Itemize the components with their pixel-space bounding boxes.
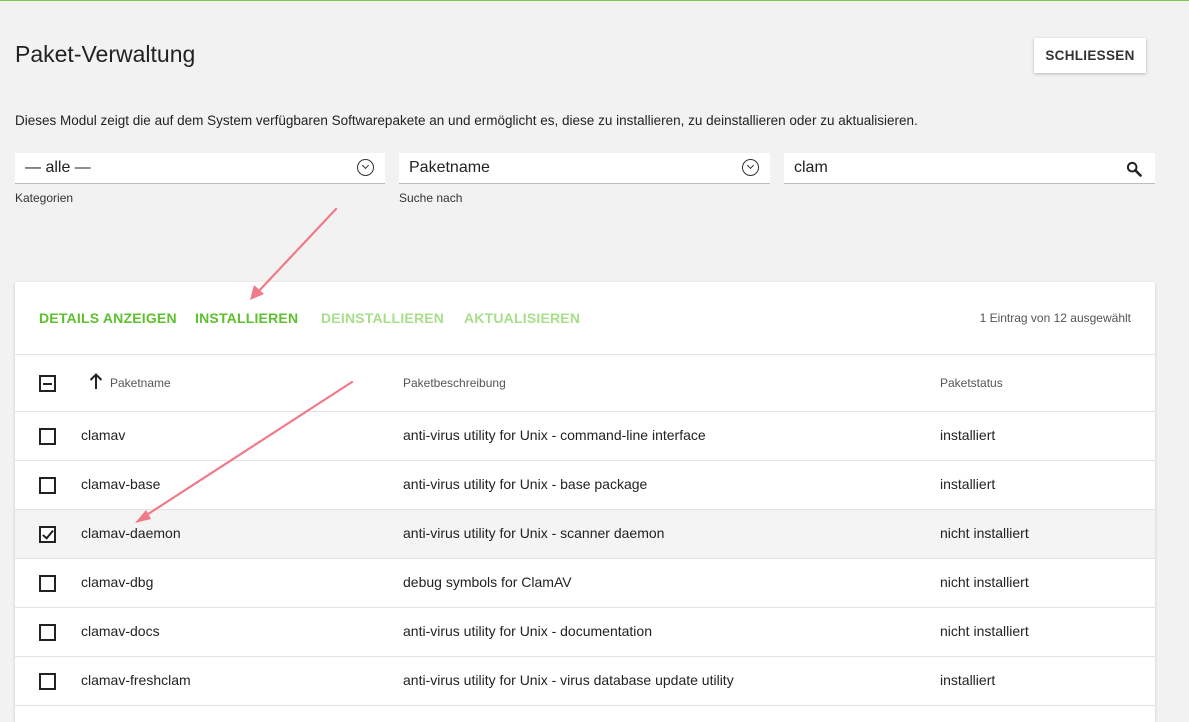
module-description: Dieses Modul zeigt die auf dem System ve…: [15, 113, 918, 128]
package-grid: DETAILS ANZEIGEN INSTALLIEREN DEINSTALLI…: [15, 282, 1155, 722]
package-name: clamav-daemon: [81, 525, 181, 541]
package-name: clamav-docs: [81, 623, 160, 639]
update-button[interactable]: AKTUALISIEREN: [464, 310, 580, 326]
table-row[interactable]: clamav anti-virus utility for Unix - com…: [15, 412, 1155, 461]
column-header-description[interactable]: Paketbeschreibung: [403, 376, 506, 390]
close-button[interactable]: SCHLIESSEN: [1034, 38, 1146, 73]
category-select[interactable]: — alle —: [15, 153, 385, 184]
package-description: anti-virus utility for Unix - command-li…: [403, 427, 706, 443]
package-status: installiert: [940, 476, 996, 492]
row-checkbox[interactable]: [39, 575, 56, 592]
category-select-value: — alle —: [25, 159, 91, 176]
chevron-down-icon: [742, 159, 759, 176]
package-status: nicht installiert: [940, 574, 1029, 590]
search-by-select-value: Paketname: [409, 159, 490, 176]
package-status: nicht installiert: [940, 623, 1029, 639]
table-row[interactable]: clamav-base anti-virus utility for Unix …: [15, 461, 1155, 510]
details-button[interactable]: DETAILS ANZEIGEN: [39, 310, 177, 326]
column-header-name[interactable]: Paketname: [110, 376, 171, 390]
selection-count: 1 Eintrag von 12 ausgewählt: [979, 311, 1131, 325]
table-row[interactable]: clamav-freshclam anti-virus utility for …: [15, 657, 1155, 706]
search-field[interactable]: [784, 153, 1155, 184]
arrow-up-icon[interactable]: [89, 372, 103, 390]
search-input[interactable]: [784, 153, 1155, 183]
package-description: anti-virus utility for Unix - scanner da…: [403, 525, 665, 541]
package-status: nicht installiert: [940, 525, 1029, 541]
category-label: Kategorien: [15, 191, 74, 205]
package-status: installiert: [940, 672, 996, 688]
package-description: debug symbols for ClamAV: [403, 574, 572, 590]
package-name: clamav: [81, 427, 126, 443]
chevron-down-icon: [357, 159, 374, 176]
package-status: installiert: [940, 427, 996, 443]
uninstall-button[interactable]: DEINSTALLIEREN: [321, 310, 444, 326]
row-checkbox[interactable]: [39, 428, 56, 445]
package-description: anti-virus utility for Unix - documentat…: [403, 623, 652, 639]
search-by-label: Suche nach: [399, 191, 463, 205]
install-button[interactable]: INSTALLIEREN: [195, 310, 298, 326]
package-description: anti-virus utility for Unix - virus data…: [403, 672, 734, 688]
table-header: Paketname Paketbeschreibung Paketstatus: [15, 355, 1155, 412]
row-checkbox[interactable]: [39, 624, 56, 641]
row-checkbox[interactable]: [39, 477, 56, 494]
select-all-checkbox[interactable]: [39, 375, 56, 392]
table-row[interactable]: clamav-docs anti-virus utility for Unix …: [15, 608, 1155, 657]
search-icon[interactable]: [1126, 161, 1142, 177]
column-header-status[interactable]: Paketstatus: [940, 376, 1003, 390]
package-description: anti-virus utility for Unix - base packa…: [403, 476, 648, 492]
package-name: clamav-base: [81, 476, 161, 492]
table-row[interactable]: clamav-daemon anti-virus utility for Uni…: [15, 510, 1155, 559]
row-checkbox[interactable]: [39, 526, 56, 543]
row-checkbox[interactable]: [39, 673, 56, 690]
search-by-select[interactable]: Paketname: [399, 153, 770, 184]
grid-toolbar: DETAILS ANZEIGEN INSTALLIEREN DEINSTALLI…: [15, 282, 1155, 355]
package-name: clamav-dbg: [81, 574, 154, 590]
page-title: Paket-Verwaltung: [15, 41, 196, 67]
table-row[interactable]: clamav-dbg debug symbols for ClamAV nich…: [15, 559, 1155, 608]
package-name: clamav-freshclam: [81, 672, 191, 688]
